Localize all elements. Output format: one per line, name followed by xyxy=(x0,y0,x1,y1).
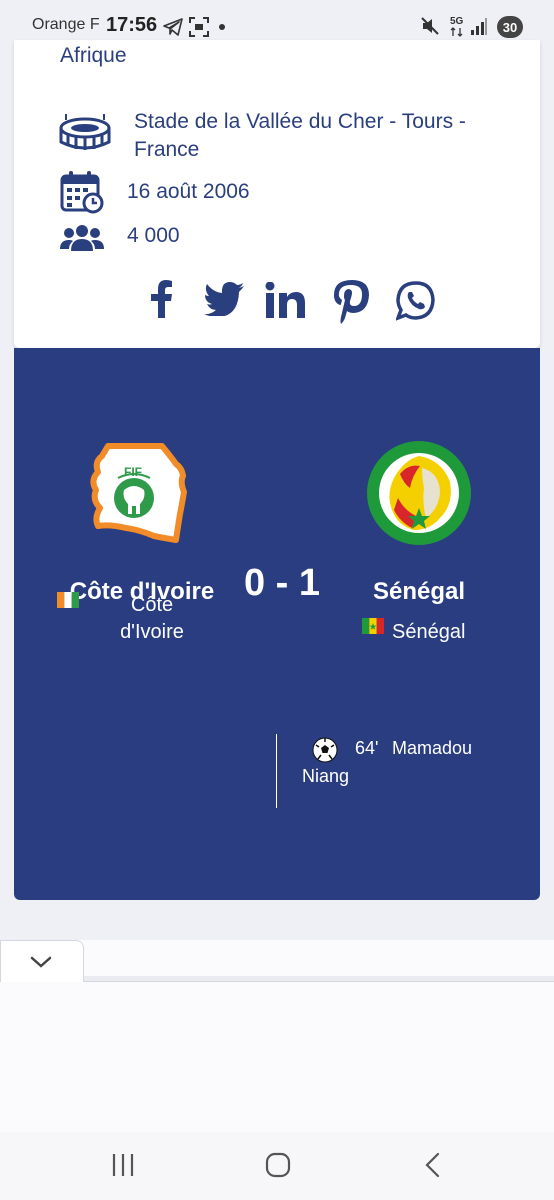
away-team-name[interactable]: Sénégal xyxy=(354,578,484,606)
home-icon[interactable] xyxy=(265,1152,291,1178)
competition-text: Afrique xyxy=(60,44,127,67)
screenshot-icon xyxy=(189,17,209,37)
whatsapp-icon[interactable] xyxy=(396,281,436,321)
stadium-name: Stade de la Vallée du Cher - Tours - Fra… xyxy=(134,110,466,161)
goal-scorer-first: Mamadou xyxy=(392,738,473,758)
match-info-card: Afrique Stade de la Vallée du Cher - Tou… xyxy=(14,40,540,348)
system-nav-bar xyxy=(0,1132,554,1200)
recent-apps-icon[interactable] xyxy=(110,1152,136,1178)
twitter-icon[interactable] xyxy=(204,282,244,316)
chevron-down-icon[interactable] xyxy=(29,955,53,969)
home-team-sub-line1: Côte xyxy=(130,594,174,616)
attendance-icon xyxy=(60,225,104,251)
network-label: 5G xyxy=(450,16,464,27)
clock: 17:56 xyxy=(106,14,158,36)
collapse-tab[interactable] xyxy=(0,940,84,982)
calendar-icon xyxy=(60,171,104,214)
facebook-icon[interactable] xyxy=(148,280,174,318)
mute-icon xyxy=(421,17,439,35)
away-team-subtitle: Sénégal xyxy=(392,621,466,643)
attendance-count: 4 000 xyxy=(127,224,180,247)
stadium-icon xyxy=(59,114,111,150)
home-team-sub-line2: d'Ivoire xyxy=(120,621,184,643)
crest-letters: FIF xyxy=(124,465,142,479)
match-date: 16 août 2006 xyxy=(127,180,250,203)
match-score-card: FIF Côte d'Ivoire 0 - 1 Sénégal Côte d'I… xyxy=(14,348,540,900)
soccer-ball-icon xyxy=(312,737,338,763)
pinterest-icon[interactable] xyxy=(332,280,372,324)
goals-divider xyxy=(276,734,277,808)
home-team-subtitle: Côte d'Ivoire xyxy=(112,592,192,646)
notification-dot-icon xyxy=(219,24,225,30)
cote-divoire-crest-icon[interactable]: FIF xyxy=(80,442,188,546)
battery-badge: 30 xyxy=(497,16,523,38)
senegal-crest-icon[interactable] xyxy=(364,438,474,548)
telegram-icon xyxy=(163,18,183,36)
cote-divoire-flag-icon xyxy=(57,592,79,608)
senegal-flag-icon xyxy=(362,618,384,634)
goal-minute: 64' xyxy=(355,738,379,758)
back-icon[interactable] xyxy=(422,1152,444,1178)
match-score: 0 - 1 xyxy=(243,562,321,604)
signal-icon xyxy=(471,18,487,35)
goal-scorer-last: Niang xyxy=(302,766,350,786)
linkedin-icon[interactable] xyxy=(265,282,305,318)
carrier-label: Orange F xyxy=(32,16,100,33)
data-arrows-icon xyxy=(450,27,463,37)
